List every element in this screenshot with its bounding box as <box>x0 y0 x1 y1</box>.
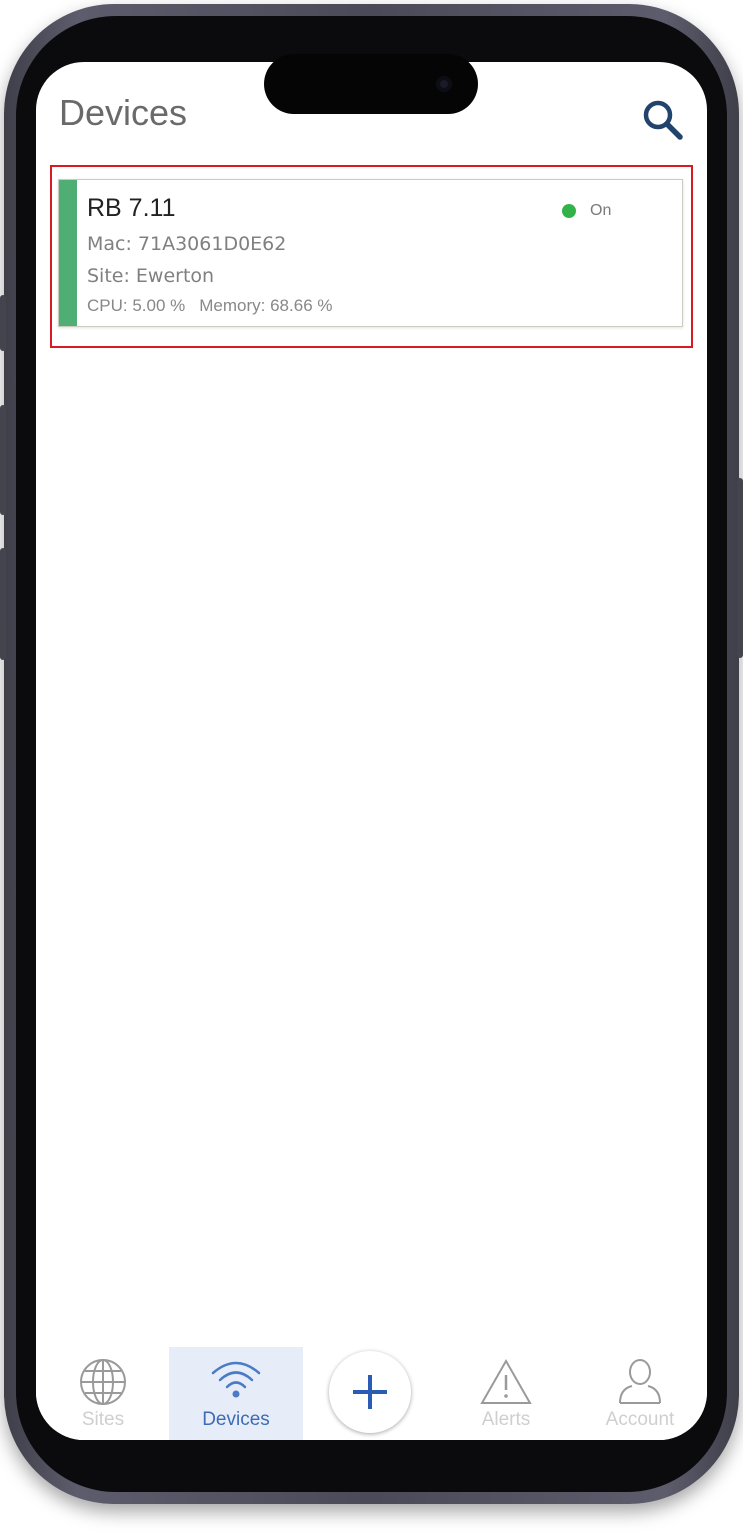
device-memory: Memory: 68.66 % <box>199 296 333 315</box>
app-screen: Devices RB 7.11 On Mac: 71A3061D0E62 Sit… <box>36 62 707 1440</box>
nav-label-account: Account <box>605 1409 675 1430</box>
nav-item-account[interactable]: Account <box>573 1347 707 1440</box>
mute-switch <box>0 295 6 351</box>
nav-label-alerts: Alerts <box>481 1409 531 1430</box>
nav-item-devices[interactable]: Devices <box>169 1347 303 1440</box>
status-dot-icon <box>562 204 576 218</box>
status-label: On <box>590 202 612 219</box>
device-card[interactable]: RB 7.11 On Mac: 71A3061D0E62 Site: Ewert… <box>58 179 683 327</box>
dynamic-island <box>264 54 478 114</box>
add-device-button[interactable] <box>329 1351 411 1433</box>
device-stats: CPU: 5.00 % Memory: 68.66 % <box>87 296 333 316</box>
status-badge: On <box>562 202 611 220</box>
alert-triangle-icon <box>480 1358 532 1404</box>
page-title: Devices <box>59 92 188 133</box>
camera-lens <box>436 76 452 92</box>
power-button <box>737 478 743 658</box>
nav-item-sites[interactable]: Sites <box>36 1347 170 1440</box>
volume-up-button <box>0 405 6 515</box>
nav-item-alerts[interactable]: Alerts <box>439 1347 573 1440</box>
device-cpu: CPU: 5.00 % <box>87 296 186 315</box>
nav-label-sites: Sites <box>81 1409 125 1430</box>
device-mac: Mac: 71A3061D0E62 <box>87 233 287 255</box>
device-site: Site: Ewerton <box>87 265 215 287</box>
volume-down-button <box>0 548 6 660</box>
plus-icon <box>353 1375 387 1409</box>
status-accent-bar <box>59 180 77 326</box>
nav-label-devices: Devices <box>202 1409 270 1430</box>
search-icon[interactable] <box>641 98 685 142</box>
user-icon <box>619 1359 661 1404</box>
globe-icon <box>80 1359 126 1405</box>
device-name: RB 7.11 <box>87 194 176 222</box>
bottom-nav: Sites Devices Alerts Account <box>36 1347 707 1440</box>
wifi-icon <box>211 1361 261 1398</box>
